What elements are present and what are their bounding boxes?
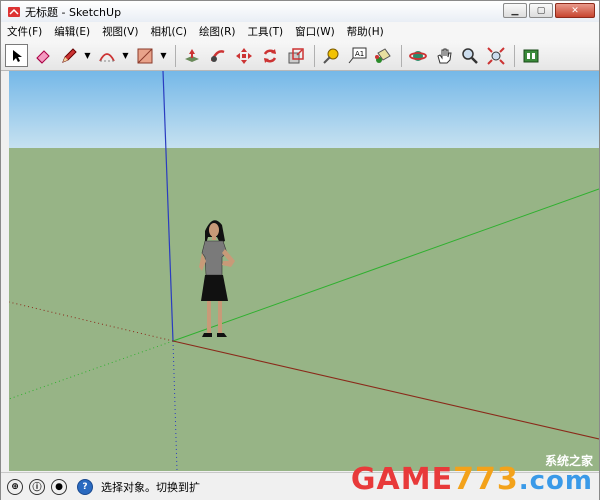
menu-draw[interactable]: 绘图(R) [193, 24, 242, 39]
menu-help[interactable]: 帮助(H) [341, 24, 390, 39]
scale-figure[interactable] [199, 220, 235, 337]
tape-measure-tool-button[interactable] [319, 44, 342, 67]
close-button[interactable]: ✕ [555, 3, 595, 18]
pencil-dropdown[interactable]: ▼ [83, 44, 92, 67]
zoom-tool-button[interactable] [458, 44, 481, 67]
user-account-icon[interactable]: ● [51, 478, 67, 495]
menu-view[interactable]: 视图(V) [96, 24, 144, 39]
toolbar-separator [401, 44, 402, 67]
pencil-icon [61, 47, 77, 63]
blue-axis-positive [162, 71, 174, 342]
rotate-icon [263, 48, 276, 63]
zoom-icon [461, 47, 478, 64]
green-axis-positive [172, 188, 599, 342]
arc-dropdown[interactable]: ▼ [121, 44, 130, 67]
zoom-extents-tool-button[interactable] [484, 44, 507, 67]
menu-window[interactable]: 窗口(W) [289, 24, 341, 39]
scale-icon [288, 47, 304, 63]
rectangle-icon [137, 48, 152, 63]
arc-icon [98, 52, 115, 61]
rectangle-dropdown[interactable]: ▼ [159, 44, 168, 67]
orbit-icon [408, 50, 427, 61]
eraser-tool-button[interactable] [31, 44, 54, 67]
push-pull-icon [184, 48, 199, 62]
toolbar-separator [175, 44, 176, 67]
select-icon [12, 49, 22, 62]
toolbar-separator [314, 44, 315, 67]
app-window: 无标题 - SketchUp ▁ ▢ ✕ 文件(F) 编辑(E) 视图(V) 相… [0, 0, 600, 500]
red-axis-positive [172, 340, 599, 440]
menu-file[interactable]: 文件(F) [1, 24, 48, 39]
watermark-main: GAME [350, 462, 454, 497]
arc-tool-button[interactable] [95, 44, 118, 67]
axes-layer [9, 71, 599, 471]
geo-location-icon[interactable]: ⊕ [7, 478, 23, 495]
pan-icon [436, 48, 452, 63]
instructor-help-icon[interactable]: ? [77, 478, 93, 495]
push-pull-tool-button[interactable] [180, 44, 203, 67]
warehouse-tool-button[interactable] [519, 44, 542, 67]
window-title: 无标题 - SketchUp [25, 5, 122, 19]
pencil-tool-button[interactable] [57, 44, 80, 67]
toolbar-separator [514, 44, 515, 67]
status-message: 选择对象。切换到扩 [101, 480, 200, 494]
rotate-tool-button[interactable] [258, 44, 281, 67]
scale-tool-button[interactable] [284, 44, 307, 67]
red-axis-negative [9, 301, 174, 342]
window-controls: ▁ ▢ ✕ [503, 3, 595, 18]
blue-axis-negative [172, 340, 178, 471]
follow-me-icon [210, 49, 224, 62]
move-icon [235, 47, 252, 64]
text-tool-button[interactable]: A1 [345, 44, 368, 67]
green-axis-negative [9, 340, 174, 400]
text-icon: A1 [348, 47, 366, 63]
credits-icon[interactable]: ⓘ [29, 478, 45, 495]
menu-edit[interactable]: 编辑(E) [48, 24, 96, 39]
warehouse-icon [523, 49, 538, 62]
watermark-logo: GAME773.com [351, 462, 593, 497]
main-toolbar: ▼ ▼ ▼ A1 [1, 41, 599, 71]
watermark-number: 773 [453, 462, 519, 497]
sketchup-logo-icon [8, 6, 20, 17]
orbit-tool-button[interactable] [406, 44, 429, 67]
watermark-suffix: .com [518, 466, 593, 496]
rectangle-tool-button[interactable] [133, 44, 156, 67]
title-bar: 无标题 - SketchUp ▁ ▢ ✕ [1, 1, 599, 22]
eraser-icon [35, 49, 50, 64]
maximize-button[interactable]: ▢ [529, 3, 553, 18]
tape-measure-icon [322, 48, 338, 64]
zoom-extents-icon [486, 46, 505, 65]
pan-tool-button[interactable] [432, 44, 455, 67]
paint-bucket-icon [374, 47, 391, 63]
move-tool-button[interactable] [232, 44, 255, 67]
minimize-button[interactable]: ▁ [503, 3, 527, 18]
paint-bucket-tool-button[interactable] [371, 44, 394, 67]
menu-camera[interactable]: 相机(C) [144, 24, 193, 39]
model-viewport[interactable] [9, 71, 599, 471]
menu-tools[interactable]: 工具(T) [241, 24, 289, 39]
menu-bar: 文件(F) 编辑(E) 视图(V) 相机(C) 绘图(R) 工具(T) 窗口(W… [1, 22, 599, 42]
follow-me-tool-button[interactable] [206, 44, 229, 67]
text-tool-label: A1 [355, 50, 364, 58]
select-tool-button[interactable] [5, 44, 28, 67]
